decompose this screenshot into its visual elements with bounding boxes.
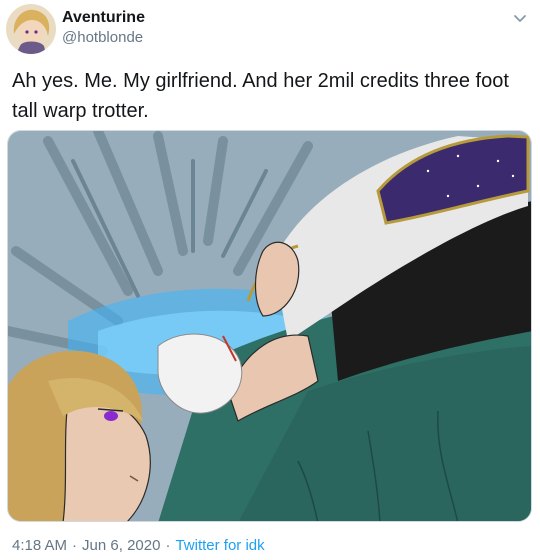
user-info: Aventurine @hotblonde [62, 8, 145, 48]
tweet-media-image[interactable] [7, 130, 532, 522]
tweet-time[interactable]: 4:18 AM [12, 537, 67, 554]
avatar-portrait-icon [6, 4, 56, 54]
tweet-source-link[interactable]: Twitter for idk [175, 537, 264, 554]
tweet-date[interactable]: Jun 6, 2020 [82, 537, 160, 554]
footer-separator: · [72, 537, 78, 554]
tweet-header: Aventurine @hotblonde [6, 4, 534, 54]
chevron-down-icon[interactable] [510, 8, 530, 28]
tweet-footer: 4:18 AM · Jun 6, 2020 · Twitter for idk [12, 536, 265, 556]
tweet-card: Aventurine @hotblonde Ah yes. Me. My gir… [0, 0, 540, 560]
avatar[interactable] [6, 4, 56, 54]
footer-separator-2: · [165, 537, 171, 554]
display-name[interactable]: Aventurine [62, 8, 145, 28]
user-handle[interactable]: @hotblonde [62, 28, 145, 48]
tweet-text: Ah yes. Me. My girlfriend. And her 2mil … [12, 70, 509, 122]
illustration-image [8, 131, 531, 521]
